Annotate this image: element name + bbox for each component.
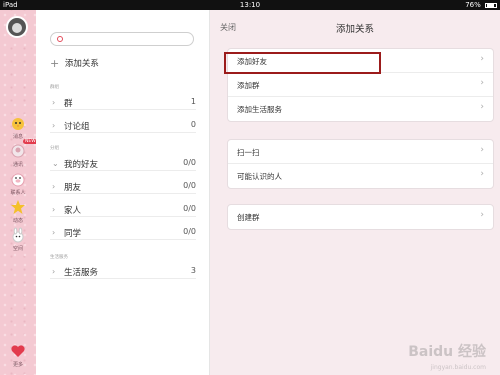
add-contact-row[interactable]: + 添加关系	[50, 57, 99, 70]
watermark-logo: Baidu 经验	[408, 344, 486, 360]
list-row-count: 0/0	[183, 204, 196, 213]
list-row-count: 0/0	[183, 227, 196, 236]
pig-icon	[8, 170, 28, 188]
menu-item-label: 添加群	[237, 81, 260, 90]
section-title-groups: 群组	[50, 85, 59, 90]
rail-label-feed: 动态	[12, 218, 23, 224]
avatar[interactable]	[6, 16, 28, 38]
rail-item-space[interactable]: 空间	[3, 226, 33, 252]
chevron-right-icon: ›	[480, 54, 484, 64]
watermark-url: jingyan.baidu.com	[430, 364, 486, 371]
left-rail: 消息 NEW 通讯 联系人 动态 空间 更多	[0, 10, 38, 375]
card-create: 创建群 ›	[227, 204, 494, 230]
list-row-label: 朋友	[64, 183, 82, 193]
star-icon	[8, 198, 28, 216]
list-row-group[interactable]: › 群 1	[50, 94, 196, 110]
list-row-discussion[interactable]: › 讨论组 0	[50, 117, 196, 133]
list-row-label: 我的好友	[64, 160, 99, 170]
chevron-right-icon: ›	[52, 182, 56, 191]
rail-label-contacts: 通讯	[12, 162, 23, 168]
status-time: 13:10	[239, 1, 261, 9]
heart-icon	[8, 342, 28, 360]
list-row-label: 讨论组	[64, 122, 90, 132]
chevron-right-icon: ›	[480, 210, 484, 220]
card-discover: 扫一扫 › 可能认识的人 ›	[227, 139, 494, 189]
battery-status: 76%	[465, 1, 497, 9]
rail-item-contacts[interactable]: NEW 通讯	[3, 139, 38, 168]
chevron-right-icon: ›	[52, 98, 56, 107]
menu-item-create-group[interactable]: 创建群 ›	[228, 205, 493, 229]
contacts-list-panel: + 添加关系 群组 › 群 1 › 讨论组 0 分组 ⌄ 我的好友 0/0 › …	[36, 10, 210, 375]
chevron-right-icon: ›	[480, 102, 484, 112]
list-row-label: 生活服务	[64, 268, 99, 278]
chick-icon	[8, 114, 28, 132]
rail-item-more[interactable]: 更多	[3, 342, 33, 368]
list-row-count: 3	[190, 266, 196, 275]
rail-item-feed[interactable]: 动态	[3, 198, 33, 224]
rail-label-people: 联系人	[10, 190, 26, 196]
chevron-right-icon: ›	[52, 228, 56, 237]
list-row-friends[interactable]: › 朋友 0/0	[50, 178, 196, 194]
list-row-label: 同学	[64, 229, 82, 239]
chevron-right-icon: ›	[480, 78, 484, 88]
search-icon	[57, 36, 63, 42]
section-title-services: 生活服务	[50, 255, 68, 260]
menu-item-label: 创建群	[237, 213, 260, 222]
list-row-count: 0/0	[183, 181, 196, 190]
list-row-classmates[interactable]: › 同学 0/0	[50, 224, 196, 240]
menu-item-label: 添加好友	[237, 57, 267, 66]
list-row-count: 0/0	[183, 158, 196, 167]
page-title: 添加关系	[335, 24, 374, 35]
chevron-right-icon: ›	[52, 267, 56, 276]
add-relation-panel: 关闭 添加关系 添加好友 › 添加群 › 添加生活服务 › 扫一扫 › 可能认识…	[210, 10, 500, 375]
rail-label-space: 空间	[12, 246, 23, 252]
plus-icon: +	[50, 57, 60, 70]
card-add-group: 添加好友 › 添加群 › 添加生活服务 ›	[227, 48, 494, 122]
menu-item-add-service[interactable]: 添加生活服务 ›	[228, 97, 493, 121]
section-title-categories: 分组	[50, 146, 59, 151]
menu-item-label: 扫一扫	[237, 148, 260, 157]
list-row-count: 0	[190, 120, 196, 129]
status-bar: iPad 13:10 76%	[0, 0, 500, 10]
chevron-right-icon: ›	[480, 169, 484, 179]
bunny-icon	[8, 226, 28, 244]
menu-item-label: 可能认识的人	[237, 172, 282, 181]
chevron-right-icon: ›	[480, 145, 484, 155]
rail-item-messages[interactable]: 消息	[3, 114, 33, 140]
menu-item-add-friend[interactable]: 添加好友 ›	[228, 49, 493, 73]
contacts-icon	[8, 142, 28, 160]
menu-item-label: 添加生活服务	[237, 105, 282, 114]
battery-icon	[485, 3, 497, 8]
rail-label-more: 更多	[12, 362, 23, 368]
rail-item-people[interactable]: 联系人	[3, 170, 33, 196]
chevron-right-icon: ›	[52, 205, 56, 214]
battery-percent: 76%	[465, 1, 481, 9]
list-row-label: 家人	[64, 206, 82, 216]
search-input[interactable]	[50, 32, 194, 46]
menu-item-scan[interactable]: 扫一扫 ›	[228, 140, 493, 164]
list-row-family[interactable]: › 家人 0/0	[50, 201, 196, 217]
list-row-my-friends[interactable]: ⌄ 我的好友 0/0	[50, 155, 196, 171]
list-row-life-services[interactable]: › 生活服务 3	[50, 263, 196, 279]
list-row-label: 群	[64, 99, 73, 109]
menu-item-people-you-may-know[interactable]: 可能认识的人 ›	[228, 164, 493, 188]
chevron-down-icon: ⌄	[52, 159, 59, 168]
chevron-right-icon: ›	[52, 121, 56, 130]
add-contact-label: 添加关系	[64, 59, 99, 69]
list-row-count: 1	[190, 97, 196, 106]
menu-item-add-group[interactable]: 添加群 ›	[228, 73, 493, 97]
